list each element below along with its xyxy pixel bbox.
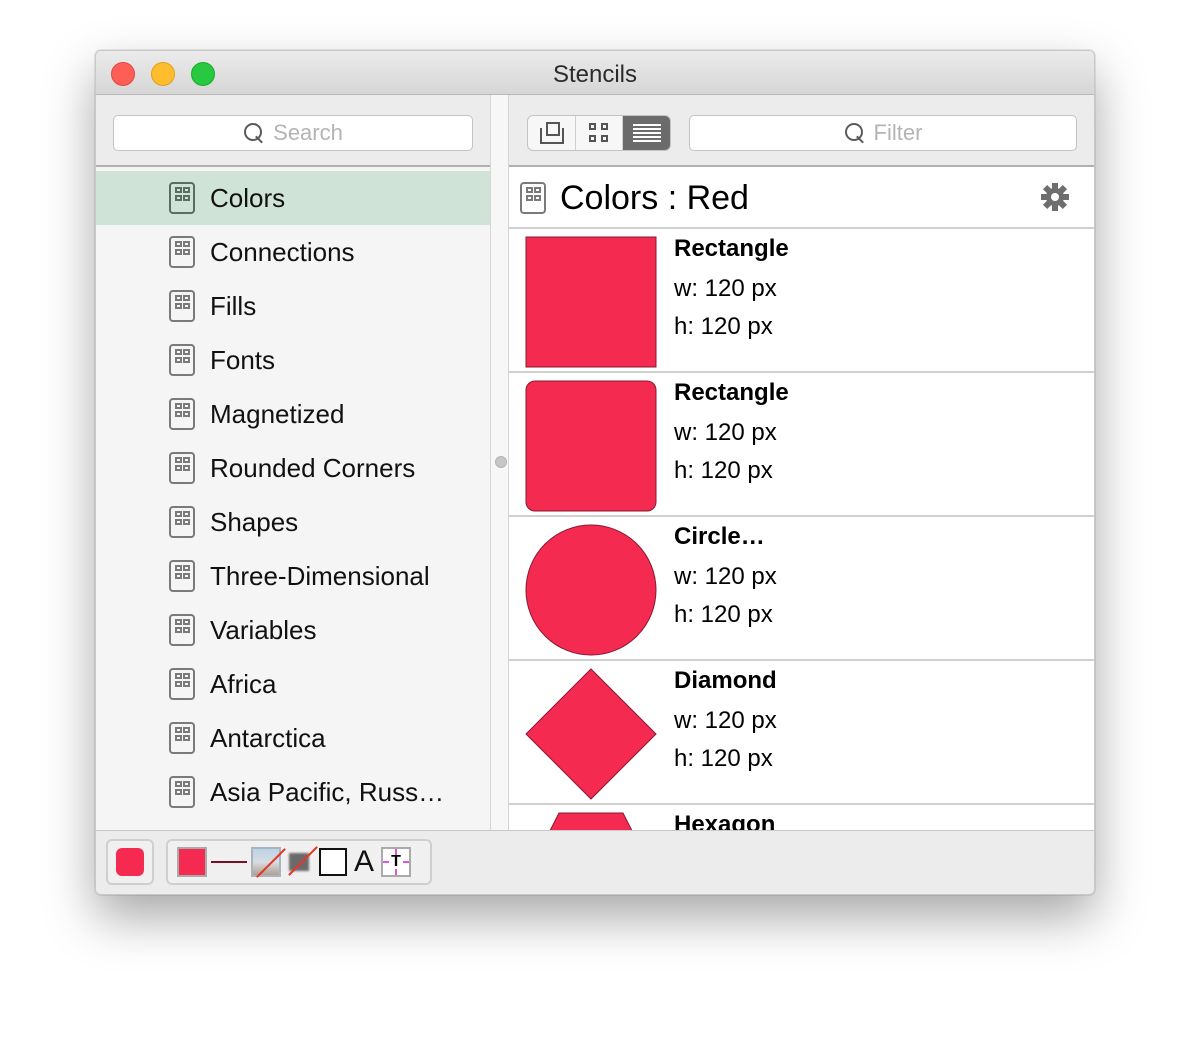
shape-row[interactable]: Diamond w: 120 px h: 120 px [509, 661, 1094, 805]
style-bar: A T [96, 830, 1094, 894]
shape-row[interactable]: Circle… w: 120 px h: 120 px [509, 517, 1094, 661]
stencil-contents-pane: Filter Colors : Red Rectangle w: 120 px … [509, 95, 1094, 830]
stencil-item-connections[interactable]: Connections [96, 225, 490, 279]
stencil-item-label: Rounded Corners [210, 452, 416, 483]
hexagon-shape-thumbnail[interactable] [525, 812, 657, 830]
stencil-icon [169, 452, 195, 484]
stencil-icon [169, 290, 195, 322]
search-placeholder: Search [273, 120, 343, 145]
text-position-icon[interactable]: T [381, 847, 411, 877]
window-title: Stencils [552, 61, 638, 88]
stencil-item-variables[interactable]: Variables [96, 603, 490, 657]
stencil-item-label: Africa [210, 668, 277, 699]
rectangle-shape-thumbnail[interactable] [525, 236, 657, 368]
stencil-item-label: Shapes [210, 506, 299, 537]
stencil-item-label: Antarctica [210, 722, 326, 753]
stencil-icon [520, 182, 546, 214]
stacked-squares-icon [539, 122, 565, 144]
rounded-rectangle-shape-thumbnail[interactable] [525, 380, 657, 512]
stencil-item-label: Variables [210, 614, 317, 645]
search-icon [844, 122, 866, 144]
stencil-icon [169, 506, 195, 538]
stencil-item-shapes[interactable]: Shapes [96, 495, 490, 549]
stencil-item-fonts[interactable]: Fonts [96, 333, 490, 387]
list-view-button[interactable] [623, 116, 670, 150]
shape-name: Hexagon [674, 811, 776, 830]
shape-row[interactable]: Hexagon [509, 805, 1094, 830]
shape-height: h: 120 px [674, 601, 773, 628]
stencil-icon [169, 398, 195, 430]
stencil-item-magnetized[interactable]: Magnetized [96, 387, 490, 441]
shape-width: w: 120 px [674, 707, 777, 734]
stencil-icon [169, 182, 195, 214]
shape-row[interactable]: Rectangle w: 120 px h: 120 px [509, 373, 1094, 517]
shape-name: Diamond [674, 667, 777, 694]
shape-height: h: 120 px [674, 457, 773, 484]
stencil-list: Colors Connections Fills Fonts Magnetize… [96, 167, 490, 830]
image-fill-disabled-icon[interactable] [251, 847, 286, 878]
splitter-handle[interactable] [495, 456, 507, 468]
shape-row[interactable]: Rectangle w: 120 px h: 120 px [509, 229, 1094, 373]
shadow-disabled-icon[interactable] [285, 846, 318, 877]
font-icon[interactable]: A [351, 847, 377, 877]
stencil-item-asia-pacific[interactable]: Asia Pacific, Russ… [96, 765, 490, 819]
right-toolbar: Filter [509, 95, 1094, 167]
stencil-item-label: Magnetized [210, 398, 345, 429]
filter-input[interactable]: Filter [689, 115, 1077, 151]
stencil-item-label: Fonts [210, 344, 276, 375]
shape-height: h: 120 px [674, 745, 773, 772]
gear-icon[interactable] [1040, 182, 1070, 212]
left-toolbar: Search [96, 95, 490, 167]
stencil-item-africa[interactable]: Africa [96, 657, 490, 711]
stencil-icon [169, 614, 195, 646]
shape-width: w: 120 px [674, 275, 777, 302]
shape-name: Rectangle [674, 235, 789, 262]
diamond-shape-thumbnail[interactable] [525, 668, 657, 800]
stencil-icon [169, 560, 195, 592]
stencil-item-label: Colors [210, 182, 286, 213]
fill-color-chip[interactable] [177, 847, 207, 877]
shape-name: Circle… [674, 523, 765, 550]
shape-height: h: 120 px [674, 313, 773, 340]
stencil-item-three-dimensional[interactable]: Three-Dimensional [96, 549, 490, 603]
text-position-letter: T [391, 853, 401, 870]
stencil-title: Colors : Red [560, 179, 749, 217]
stencil-item-antarctica[interactable]: Antarctica [96, 711, 490, 765]
stencil-icon [169, 668, 195, 700]
titlebar: Stencils [96, 51, 1094, 95]
stroke-line-chip[interactable] [211, 861, 247, 863]
stencil-icon [169, 776, 195, 808]
list-icon [632, 124, 661, 142]
view-mode-segmented-control [527, 115, 671, 151]
stencil-item-label: Asia Pacific, Russ… [210, 776, 445, 807]
canvas-view-button[interactable] [528, 116, 576, 150]
stencil-item-fills[interactable]: Fills [96, 279, 490, 333]
stencil-icon [169, 344, 195, 376]
stencil-item-rounded-corners[interactable]: Rounded Corners [96, 441, 490, 495]
stencil-item-colors[interactable]: Colors [96, 171, 490, 225]
stencils-window: Stencils Search Colors Connections Fills [95, 50, 1095, 895]
stencil-library-pane: Search Colors Connections Fills Fonts Ma… [96, 95, 490, 830]
grid-view-button[interactable] [576, 116, 624, 150]
shape-width: w: 120 px [674, 419, 777, 446]
style-inspector-strip: A T [166, 839, 432, 885]
search-input[interactable]: Search [113, 115, 473, 151]
shape-list: Rectangle w: 120 px h: 120 px Rectangle … [509, 229, 1094, 830]
current-color-well[interactable] [106, 839, 154, 885]
pane-splitter[interactable] [490, 95, 509, 830]
shape-width: w: 120 px [674, 563, 777, 590]
filter-placeholder: Filter [873, 120, 923, 145]
grid-icon [589, 123, 609, 143]
stencil-item-label: Fills [210, 290, 257, 321]
circle-shape-thumbnail[interactable] [525, 524, 657, 656]
current-color-swatch [116, 848, 144, 876]
stencil-icon [169, 236, 195, 268]
search-icon [243, 122, 265, 144]
stencil-icon [169, 722, 195, 754]
shape-name: Rectangle [674, 379, 789, 406]
border-style-icon[interactable] [319, 848, 347, 876]
stencil-item-label: Connections [210, 236, 355, 267]
stencil-header: Colors : Red [509, 167, 1094, 229]
stencil-item-label: Three-Dimensional [210, 560, 430, 591]
